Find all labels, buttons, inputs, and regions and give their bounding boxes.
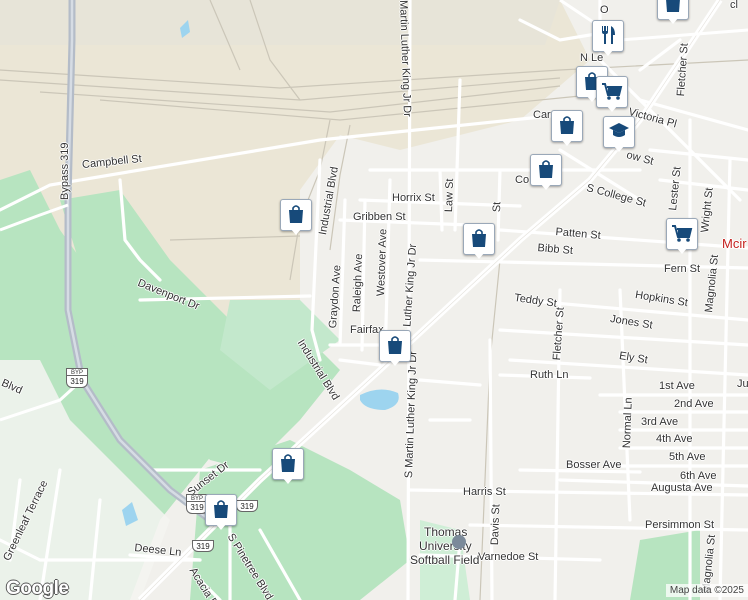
street-label-westover: Westover Ave: [375, 228, 390, 297]
school-pin[interactable]: [603, 116, 635, 152]
street-label-gribben: Gribben St: [353, 211, 406, 223]
route-shield-319-c: 319: [236, 500, 258, 520]
shopping-cart-icon: [672, 225, 693, 242]
shield-number: 319: [192, 540, 214, 552]
shopping-pin-1[interactable]: [280, 199, 312, 235]
street-label-harris: Harris St: [463, 486, 506, 498]
route-shield-319-d: 319: [192, 540, 214, 560]
shield-number: 319: [236, 500, 258, 512]
street-label-2nd-ave: 2nd Ave: [674, 398, 714, 410]
street-label-ju: Ju: [737, 378, 748, 390]
shopping-pin-7[interactable]: [205, 494, 237, 530]
city-label-partial: Mcir: [722, 236, 747, 251]
street-label-car: Car: [533, 109, 551, 121]
street-label-persimmon: Persimmon St: [645, 519, 715, 531]
shopping-bag-icon: [472, 229, 486, 247]
grocery-pin-2[interactable]: [666, 218, 698, 254]
map-canvas[interactable]: Campbell St Bypass 319 Industrial Blvd D…: [0, 0, 748, 600]
shopping-bag-icon: [666, 0, 680, 12]
shopping-pin-3[interactable]: [530, 154, 562, 190]
place-label-top-partial: O: [600, 4, 609, 16]
street-label-5th-ave: 5th Ave: [669, 451, 706, 463]
street-label-normal: Normal Ln: [621, 397, 635, 449]
shopping-bag-icon: [539, 160, 553, 178]
shopping-bag-icon: [289, 205, 303, 223]
shopping-pin-4[interactable]: [551, 110, 583, 146]
shopping-pin-9[interactable]: [657, 0, 689, 24]
street-label-1st-ave: 1st Ave: [659, 380, 695, 392]
street-label-6th-ave: 6th Ave: [680, 470, 717, 482]
shopping-bag-icon: [560, 116, 574, 134]
street-label-raleigh: Raleigh Ave: [351, 253, 366, 313]
street-label-law: Law St: [443, 178, 457, 213]
street-label-bosser: Bosser Ave: [566, 459, 622, 471]
shopping-bag-icon: [214, 500, 228, 518]
street-label-co: Co: [515, 174, 530, 186]
shopping-pin-2[interactable]: [463, 223, 495, 259]
shopping-pin-6[interactable]: [272, 448, 304, 484]
restaurant-pin[interactable]: [592, 20, 624, 56]
map-attribution[interactable]: Map data ©2025: [665, 584, 748, 597]
grocery-pin-1[interactable]: [596, 76, 628, 112]
google-logo[interactable]: Google: [6, 578, 69, 600]
route-shield-byp-319-a: BYP 319: [66, 368, 88, 388]
shopping-bag-icon: [281, 454, 295, 472]
shopping-bag-icon: [388, 336, 402, 354]
shield-top: BYP: [66, 368, 88, 376]
street-label-4th-ave: 4th Ave: [656, 433, 693, 445]
street-label-davis: Davis St: [489, 504, 503, 546]
street-label-augusta: Augusta Ave: [651, 482, 713, 494]
shield-number: 319: [66, 376, 88, 388]
place-label-softball-line3: Softball Field: [410, 553, 480, 567]
shopping-cart-icon: [602, 83, 623, 100]
street-label-horrix: Horrix St: [392, 192, 435, 204]
graduation-cap-icon: [609, 123, 629, 137]
street-label-ruth: Ruth Ln: [530, 369, 569, 381]
fork-knife-icon: [602, 26, 615, 44]
street-label-fern: Fern St: [664, 263, 701, 275]
place-label-top-right-partial: cl: [730, 0, 738, 11]
street-label-varnedoe: Varnedoe St: [478, 551, 539, 563]
shopping-pin-5[interactable]: [379, 330, 411, 366]
street-label-bypass: Bypass 319: [59, 142, 71, 200]
street-label-st-right: St: [491, 201, 504, 213]
street-label-3rd-ave: 3rd Ave: [641, 416, 679, 428]
university-icon: [452, 535, 466, 549]
